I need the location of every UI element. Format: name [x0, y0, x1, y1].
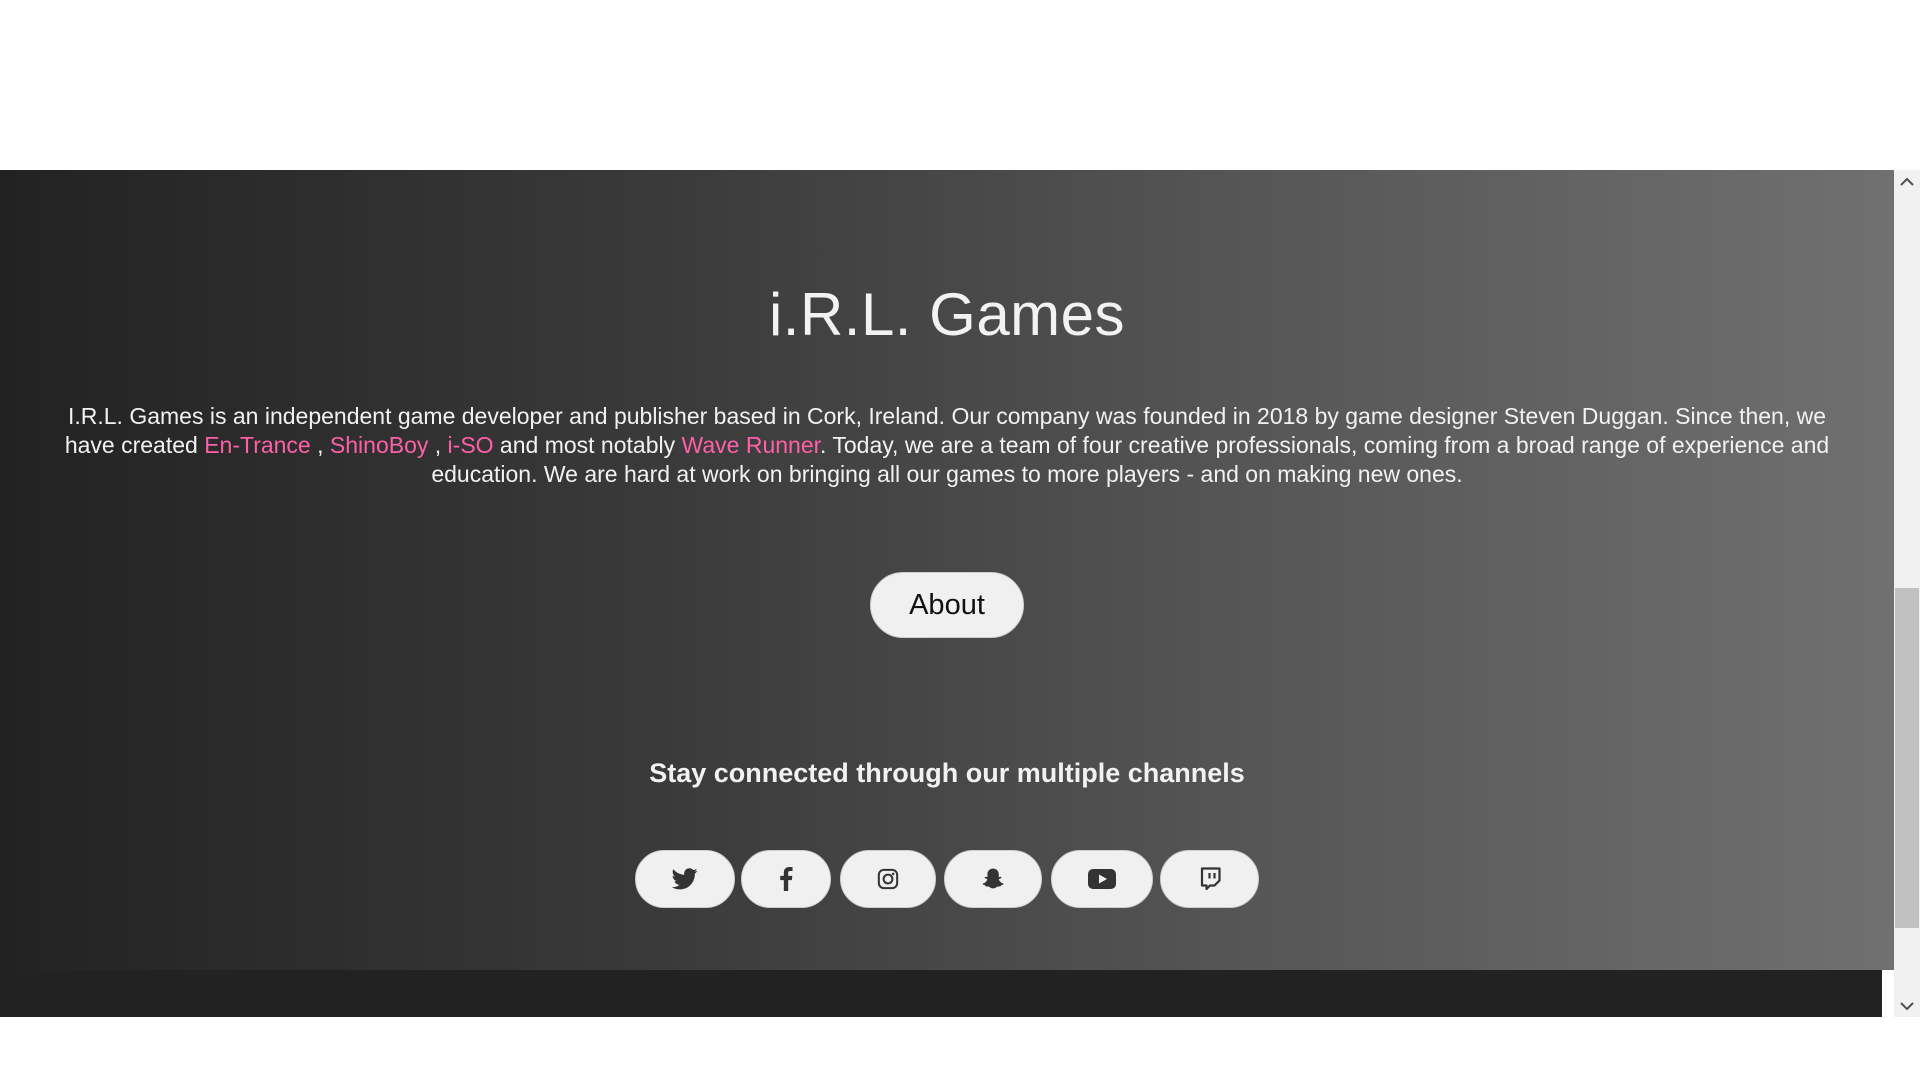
twitter-icon [672, 868, 698, 890]
scroll-down-arrow-icon[interactable] [1894, 995, 1920, 1017]
instagram-button[interactable] [840, 850, 936, 908]
page-bottom-whitespace [0, 1017, 1920, 1080]
youtube-icon [1088, 869, 1116, 889]
intro-separator-2: , [428, 432, 448, 458]
scroll-up-arrow-icon[interactable] [1894, 170, 1920, 192]
footer-bar [0, 970, 1882, 1017]
instagram-icon [877, 868, 899, 890]
intro-text-2: and most notably [493, 432, 682, 458]
snapchat-icon [982, 868, 1004, 889]
intro-separator-1: , [310, 432, 330, 458]
vertical-scrollbar[interactable] [1894, 170, 1920, 1017]
hero-section: i.R.L. Games I.R.L. Games is an independ… [0, 170, 1894, 970]
page-top-whitespace [0, 0, 1920, 170]
snapchat-button[interactable] [944, 850, 1042, 908]
twitter-button[interactable] [635, 850, 735, 908]
link-en-trance[interactable]: En-Trance [204, 432, 311, 458]
scrollbar-thumb[interactable] [1895, 588, 1919, 928]
facebook-button[interactable] [741, 850, 831, 908]
social-links [0, 850, 1894, 910]
link-shinoboy[interactable]: ShinoBoy [330, 432, 428, 458]
company-intro: I.R.L. Games is an independent game deve… [40, 402, 1854, 489]
facebook-icon [780, 867, 793, 891]
twitch-icon [1200, 867, 1221, 891]
twitch-button[interactable] [1160, 850, 1259, 908]
link-wave-runner[interactable]: Wave Runner [682, 432, 821, 458]
social-heading: Stay connected through our multiple chan… [649, 758, 1245, 788]
youtube-button[interactable] [1051, 850, 1153, 908]
page-title: i.R.L. Games [768, 281, 1126, 348]
about-button[interactable]: About [870, 572, 1024, 638]
link-i-so[interactable]: i-SO [448, 432, 494, 458]
